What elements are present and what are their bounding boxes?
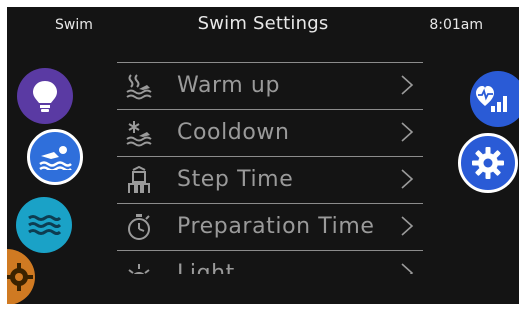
menu-item-preparation-time[interactable]: Preparation Time — [117, 204, 423, 250]
heart-chart-icon — [476, 86, 507, 112]
gear-icon — [472, 147, 504, 179]
waves-button[interactable] — [16, 197, 72, 253]
menu-item-label: Warm up — [177, 73, 281, 98]
chevron-right-icon — [401, 216, 414, 236]
waves-icon — [28, 215, 61, 235]
swim-button[interactable] — [27, 129, 83, 185]
menu-item-label: Light — [177, 261, 235, 274]
lightbulb-icon — [33, 81, 57, 112]
header-bar: Swim Swim Settings 8:01am — [7, 7, 519, 41]
settings-menu: Warm up Cooldown Step Time Preparation T… — [117, 62, 423, 274]
step-time-icon — [128, 166, 150, 193]
light-button[interactable] — [17, 68, 73, 124]
menu-item-light[interactable]: Light — [117, 251, 423, 274]
menu-item-step-time[interactable]: Step Time — [117, 157, 423, 203]
stopwatch-icon — [128, 214, 150, 240]
health-button[interactable] — [470, 71, 519, 127]
settings-button[interactable] — [458, 133, 518, 193]
menu-item-label: Step Time — [177, 167, 294, 192]
gear-icon — [7, 263, 33, 291]
menu-item-cooldown[interactable]: Cooldown — [117, 110, 423, 156]
clock-time: 8:01am — [429, 17, 483, 33]
swimmer-icon — [39, 146, 72, 170]
chevron-right-icon — [401, 122, 414, 142]
warm-up-icon — [126, 74, 152, 100]
menu-item-label: Cooldown — [177, 120, 290, 145]
menu-item-label: Preparation Time — [177, 214, 375, 239]
chevron-right-icon — [401, 169, 414, 189]
device-screen: Swim Swim Settings 8:01am Warm up Cooldo… — [7, 7, 519, 304]
light-icon — [128, 264, 150, 274]
cooldown-icon — [126, 121, 152, 147]
menu-item-warm-up[interactable]: Warm up — [117, 63, 423, 109]
chevron-right-icon — [401, 75, 414, 95]
settings-button-partial[interactable] — [7, 249, 35, 304]
chevron-right-icon — [401, 263, 414, 274]
